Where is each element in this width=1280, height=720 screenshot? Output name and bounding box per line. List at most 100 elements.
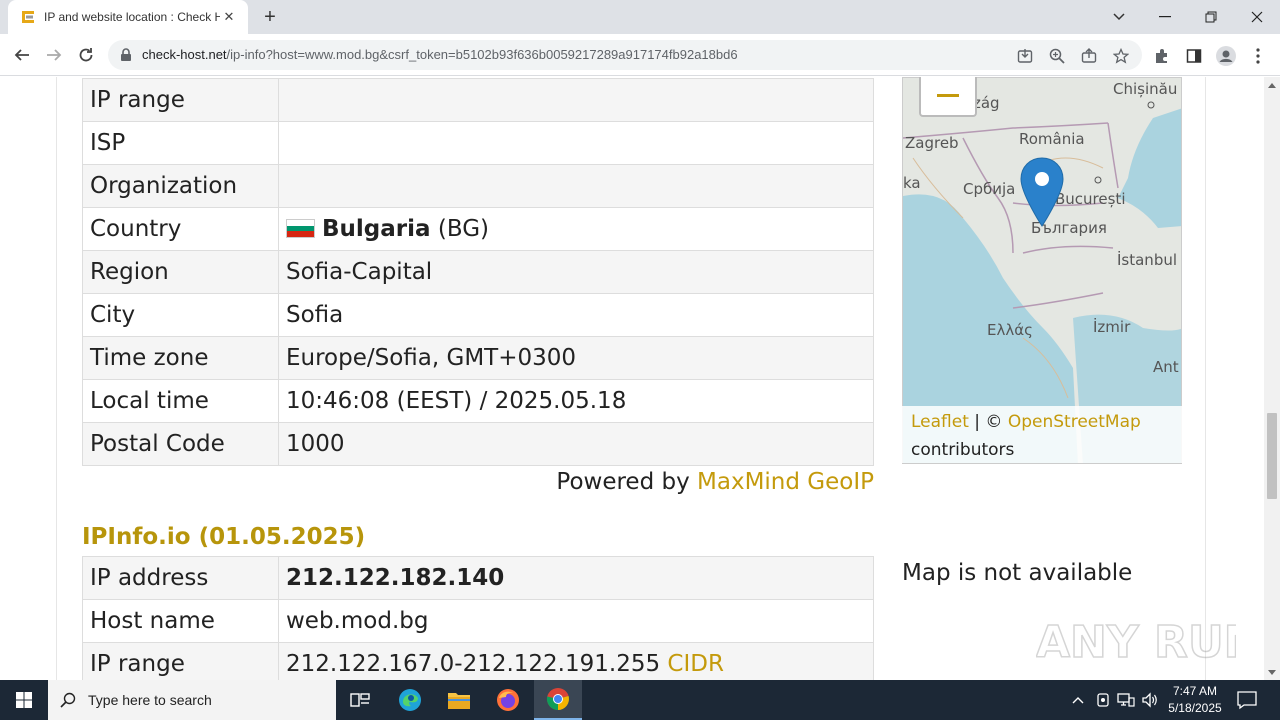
table-row: Postal Code 1000 bbox=[82, 422, 874, 466]
table-row: ISP bbox=[82, 121, 874, 165]
task-view-icon[interactable] bbox=[336, 680, 384, 720]
table-row: Organization bbox=[82, 164, 874, 208]
restore-icon[interactable] bbox=[1188, 0, 1234, 34]
lock-icon[interactable] bbox=[120, 48, 132, 62]
map-label-greece: Ελλάς bbox=[987, 321, 1033, 339]
openstreetmap-link[interactable]: OpenStreetMap bbox=[1008, 412, 1141, 432]
row-value: 10:46:08 (EEST) / 2025.05.18 bbox=[278, 379, 874, 423]
row-key: Host name bbox=[82, 599, 279, 643]
file-explorer-icon[interactable] bbox=[435, 680, 483, 720]
browser-tab[interactable]: IP and website location : Check Host ✕ bbox=[8, 0, 248, 34]
clock-time: 7:47 AM bbox=[1172, 684, 1218, 698]
check-host-favicon bbox=[22, 11, 34, 23]
bulgaria-flag-icon bbox=[286, 219, 315, 238]
row-key: Time zone bbox=[82, 336, 279, 380]
table-row: Region Sofia-Capital bbox=[82, 250, 874, 294]
firefox-icon[interactable] bbox=[484, 680, 532, 720]
row-value: 212.122.182.140 bbox=[278, 556, 874, 600]
powered-by: Powered by MaxMind GeoIP bbox=[520, 469, 874, 495]
attribution-contributors: contributors bbox=[911, 440, 1015, 460]
scroll-down-arrow-icon[interactable] bbox=[1264, 664, 1280, 680]
row-key: Region bbox=[82, 250, 279, 294]
volume-icon[interactable] bbox=[1141, 691, 1159, 709]
table-row: Local time 10:46:08 (EEST) / 2025.05.18 bbox=[82, 379, 874, 423]
map-label-istanbul: İstanbul bbox=[1117, 250, 1177, 269]
table-row: Country Bulgaria (BG) bbox=[82, 207, 874, 251]
attribution-separator: | © bbox=[974, 412, 1003, 432]
row-key: IP range bbox=[82, 78, 279, 122]
row-key: Postal Code bbox=[82, 422, 279, 466]
leaflet-link[interactable]: Leaflet bbox=[911, 412, 969, 432]
row-value: Europe/Sofia, GMT+0300 bbox=[278, 336, 874, 380]
browser-menu-icon[interactable] bbox=[1248, 46, 1268, 66]
row-value: Sofia bbox=[278, 293, 874, 337]
country-name: Bulgaria bbox=[322, 216, 431, 242]
share-icon[interactable] bbox=[1080, 47, 1098, 65]
row-value: web.mod.bg bbox=[278, 599, 874, 643]
row-value bbox=[278, 121, 874, 165]
map-not-available: Map is not available bbox=[902, 560, 1133, 586]
country-code: (BG) bbox=[437, 216, 489, 242]
browser-toolbar: check-host.net/ip-info?host=www.mod.bg&c… bbox=[0, 34, 1280, 76]
chrome-icon[interactable] bbox=[534, 680, 582, 720]
meet-now-icon[interactable] bbox=[1094, 691, 1112, 709]
windows-taskbar: Type here to search 7:47 AM 5/18/2025 bbox=[0, 680, 1280, 720]
map-label-edge: ka bbox=[903, 174, 921, 192]
back-arrow-icon[interactable] bbox=[9, 42, 35, 68]
table-row: City Sofia bbox=[82, 293, 874, 337]
windows-start-icon[interactable] bbox=[0, 680, 48, 720]
edge-browser-icon[interactable] bbox=[386, 680, 434, 720]
url-path: /ip-info?host=www.mod.bg&csrf_token=b510… bbox=[226, 47, 738, 62]
address-bar[interactable]: check-host.net/ip-info?host=www.mod.bg&c… bbox=[108, 40, 1142, 70]
cidr-link[interactable]: CIDR bbox=[667, 651, 724, 677]
scroll-thumb[interactable] bbox=[1267, 413, 1277, 499]
geoip-table: IP range ISP Organization Country Bulgar… bbox=[82, 78, 874, 466]
extensions-puzzle-icon[interactable] bbox=[1152, 46, 1172, 66]
network-icon[interactable] bbox=[1117, 691, 1135, 709]
table-row: IP range 212.122.167.0-212.122.191.255 C… bbox=[82, 642, 874, 680]
scroll-up-arrow-icon[interactable] bbox=[1264, 77, 1280, 93]
table-row: IP address 212.122.182.140 bbox=[82, 556, 874, 600]
row-value bbox=[278, 78, 874, 122]
taskbar-search-box[interactable]: Type here to search bbox=[48, 680, 336, 720]
map-label-bucuresti: București bbox=[1055, 190, 1125, 208]
map-label-chisinau: Chișinău bbox=[1113, 80, 1177, 98]
search-placeholder: Type here to search bbox=[88, 692, 212, 708]
install-app-icon[interactable] bbox=[1016, 47, 1034, 65]
taskbar-clock[interactable]: 7:47 AM 5/18/2025 bbox=[1164, 683, 1226, 717]
side-panel-icon[interactable] bbox=[1184, 46, 1204, 66]
tab-search-chevron-icon[interactable] bbox=[1096, 0, 1142, 34]
page-viewport: IP range ISP Organization Country Bulgar… bbox=[0, 77, 1264, 680]
tray-chevron-up-icon[interactable] bbox=[1069, 691, 1087, 709]
row-value: 212.122.167.0-212.122.191.255 CIDR bbox=[278, 642, 874, 680]
notification-center-icon[interactable] bbox=[1236, 690, 1258, 710]
map-zoom-out-button[interactable] bbox=[919, 77, 977, 117]
url-host: check-host.net bbox=[142, 47, 227, 62]
row-key: ISP bbox=[82, 121, 279, 165]
row-key: Organization bbox=[82, 164, 279, 208]
zoom-icon[interactable] bbox=[1048, 47, 1066, 65]
row-key: City bbox=[82, 293, 279, 337]
ipinfo-section-title: IPInfo.io (01.05.2025) bbox=[82, 524, 366, 550]
map-label-antalya: Ant bbox=[1153, 358, 1179, 376]
map-label-izmir: İzmir bbox=[1093, 317, 1131, 336]
row-value: Bulgaria (BG) bbox=[278, 207, 874, 251]
row-value: Sofia-Capital bbox=[278, 250, 874, 294]
table-row: Time zone Europe/Sofia, GMT+0300 bbox=[82, 336, 874, 380]
map-label-zagreb: Zagreb bbox=[905, 134, 959, 152]
table-row: Host name web.mod.bg bbox=[82, 599, 874, 643]
tab-close-icon[interactable]: ✕ bbox=[220, 8, 238, 26]
close-window-icon[interactable] bbox=[1234, 0, 1280, 34]
vertical-scrollbar[interactable] bbox=[1264, 77, 1280, 680]
maxmind-link[interactable]: MaxMind GeoIP bbox=[697, 469, 874, 495]
map-attribution: Leaflet | © OpenStreetMap contributors bbox=[902, 406, 1182, 463]
profile-avatar-icon[interactable] bbox=[1216, 46, 1236, 66]
bookmark-star-icon[interactable] bbox=[1112, 47, 1130, 65]
watermark-text: ANY RUN bbox=[1036, 617, 1236, 668]
forward-arrow-icon[interactable] bbox=[41, 42, 67, 68]
map-label-romania: România bbox=[1019, 130, 1085, 148]
minimize-icon[interactable] bbox=[1142, 0, 1188, 34]
reload-icon[interactable] bbox=[73, 42, 99, 68]
new-tab-button[interactable]: + bbox=[258, 6, 282, 28]
url-text[interactable]: check-host.net/ip-info?host=www.mod.bg&c… bbox=[142, 47, 738, 62]
